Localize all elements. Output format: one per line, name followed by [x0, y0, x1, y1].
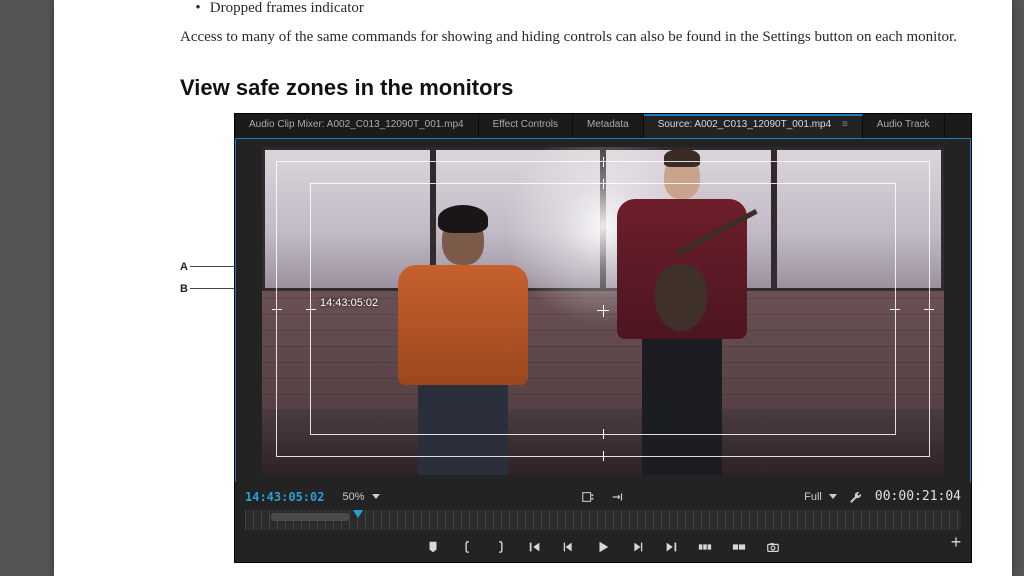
- tab-audio-clip-mixer[interactable]: Audio Clip Mixer: A002_C013_12090T_001.m…: [235, 114, 479, 138]
- export-frame-button[interactable]: [765, 539, 781, 555]
- clip-icon[interactable]: [580, 489, 596, 505]
- document-page: • Dropped frames indicator Access to man…: [54, 0, 1012, 576]
- callout-label-B: B: [180, 283, 188, 295]
- go-to-in-button[interactable]: [527, 539, 543, 555]
- fit-select[interactable]: Full: [804, 491, 837, 503]
- panel-tab-row: Audio Clip Mixer: A002_C013_12090T_001.m…: [235, 114, 971, 139]
- play-button[interactable]: [595, 539, 611, 555]
- chevron-down-icon: [372, 494, 380, 499]
- monitor-control-bar: 14:43:05:02 50%: [235, 482, 971, 562]
- scene-person-right: [617, 155, 747, 475]
- current-timecode[interactable]: 14:43:05:02: [245, 490, 324, 504]
- insert-button[interactable]: [697, 539, 713, 555]
- info-row: 14:43:05:02 50%: [245, 488, 961, 506]
- fit-value: Full: [804, 491, 822, 503]
- tab-source[interactable]: Source: A002_C013_12090T_001.mp4 ≡: [644, 114, 863, 138]
- tab-effect-controls[interactable]: Effect Controls: [479, 114, 573, 138]
- button-editor-plus[interactable]: +: [947, 534, 965, 552]
- tab-label: Audio Track: [877, 119, 930, 130]
- screenshot-safe-zones: A B Audio Clip Mixer: A002_C013_12090T_0…: [180, 113, 970, 561]
- tab-audio-track[interactable]: Audio Track: [863, 114, 945, 138]
- go-to-out-button[interactable]: [663, 539, 679, 555]
- heading-safe-zones: View safe zones in the monitors: [180, 75, 972, 101]
- callout-label-A: A: [180, 261, 188, 273]
- ruler-scroll-thumb[interactable]: [271, 513, 349, 521]
- transport-controls: [235, 534, 971, 560]
- step-forward-button[interactable]: [629, 539, 645, 555]
- step-back-button[interactable]: [561, 539, 577, 555]
- scene-windows: [262, 147, 944, 291]
- duration-timecode: 00:00:21:04: [875, 489, 961, 504]
- video-frame: 14:43:05:02: [262, 147, 944, 475]
- scene-person-left: [398, 215, 528, 475]
- bullet-dropped-frames: • Dropped frames indicator: [190, 0, 972, 17]
- bullet-text: Dropped frames indicator: [210, 0, 364, 16]
- playhead-icon[interactable]: [353, 510, 363, 518]
- bullet-marker: •: [190, 0, 206, 17]
- guitar-body-icon: [655, 265, 707, 331]
- tab-label: Metadata: [587, 119, 629, 130]
- overwrite-button[interactable]: [731, 539, 747, 555]
- drag-video-icon[interactable]: [610, 489, 626, 505]
- mark-in-button[interactable]: [459, 539, 475, 555]
- chevron-down-icon: [829, 494, 837, 499]
- paragraph-settings-button: Access to many of the same commands for …: [180, 27, 972, 49]
- time-ruler[interactable]: [245, 510, 961, 530]
- mark-out-button[interactable]: [493, 539, 509, 555]
- content-column: • Dropped frames indicator Access to man…: [180, 0, 972, 561]
- tab-menu-icon[interactable]: ≡: [842, 119, 848, 130]
- info-center-icons: [580, 489, 626, 505]
- scene-floor: [262, 409, 944, 475]
- settings-wrench-icon[interactable]: [849, 490, 863, 504]
- source-monitor-panel: Audio Clip Mixer: A002_C013_12090T_001.m…: [234, 113, 972, 563]
- tab-label: Audio Clip Mixer: A002_C013_12090T_001.m…: [249, 119, 464, 130]
- tab-metadata[interactable]: Metadata: [573, 114, 644, 138]
- video-viewer[interactable]: 14:43:05:02: [235, 138, 971, 483]
- tab-label: Source: A002_C013_12090T_001.mp4: [658, 119, 831, 130]
- tab-label: Effect Controls: [493, 119, 558, 130]
- zoom-select[interactable]: 50%: [342, 491, 379, 503]
- add-marker-button[interactable]: [425, 539, 441, 555]
- zoom-value: 50%: [342, 491, 364, 503]
